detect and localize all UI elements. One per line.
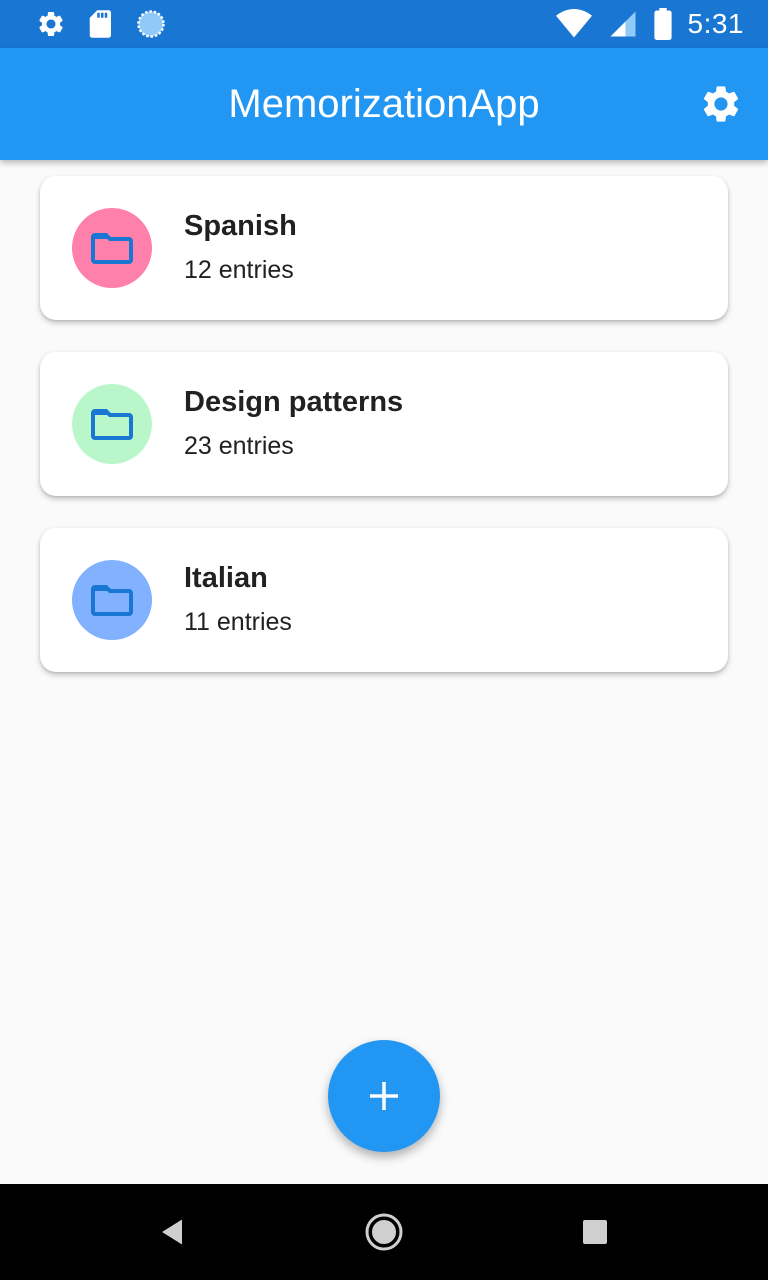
status-right-icons: 5:31 — [555, 8, 745, 40]
settings-button[interactable] — [698, 81, 744, 127]
recents-icon — [583, 1220, 607, 1244]
status-time: 5:31 — [687, 8, 744, 39]
deck-entry-count: 11 entries — [184, 608, 292, 636]
back-button[interactable] — [148, 1208, 196, 1256]
back-icon — [162, 1219, 182, 1245]
sync-icon — [137, 10, 165, 38]
add-deck-button[interactable] — [328, 1040, 440, 1152]
deck-title: Design patterns — [184, 386, 404, 418]
system-nav-bar — [0, 1184, 768, 1280]
folder-icon — [91, 409, 133, 440]
folder-icon — [91, 585, 133, 616]
gear-icon — [703, 86, 739, 122]
deck-avatar — [72, 384, 152, 464]
recents-button[interactable] — [571, 1208, 619, 1256]
battery-icon — [653, 8, 672, 40]
folder-icon — [91, 233, 133, 264]
app-bar: MemorizationApp — [0, 48, 768, 160]
wifi-icon — [555, 9, 592, 38]
deck-text: Design patterns 23 entries — [184, 382, 403, 466]
deck-title: Spanish — [184, 210, 297, 242]
deck-card-design-patterns[interactable]: Design patterns 23 entries — [40, 352, 728, 496]
sd-card-icon — [89, 10, 111, 38]
home-button[interactable] — [360, 1208, 408, 1256]
deck-entry-count: 23 entries — [184, 432, 294, 460]
deck-card-spanish[interactable]: Spanish 12 entries — [40, 176, 728, 320]
deck-entry-count: 12 entries — [184, 256, 294, 284]
deck-text: Italian 11 entries — [184, 558, 292, 642]
screen: 5:31 MemorizationApp Spanish 12 entries … — [0, 0, 768, 1280]
deck-card-italian[interactable]: Italian 11 entries — [40, 528, 728, 672]
plus-icon — [370, 1082, 398, 1110]
deck-title: Italian — [184, 562, 268, 594]
status-bar: 5:31 — [0, 0, 768, 48]
deck-avatar — [72, 560, 152, 640]
deck-avatar — [72, 208, 152, 288]
deck-text: Spanish 12 entries — [184, 206, 297, 290]
home-icon — [365, 1213, 403, 1251]
cell-signal-icon — [610, 11, 635, 37]
status-left-icons — [36, 9, 166, 39]
gear-icon — [39, 11, 63, 36]
deck-list: Spanish 12 entries Design patterns 23 en… — [40, 176, 728, 704]
app-title: MemorizationApp — [228, 81, 540, 126]
